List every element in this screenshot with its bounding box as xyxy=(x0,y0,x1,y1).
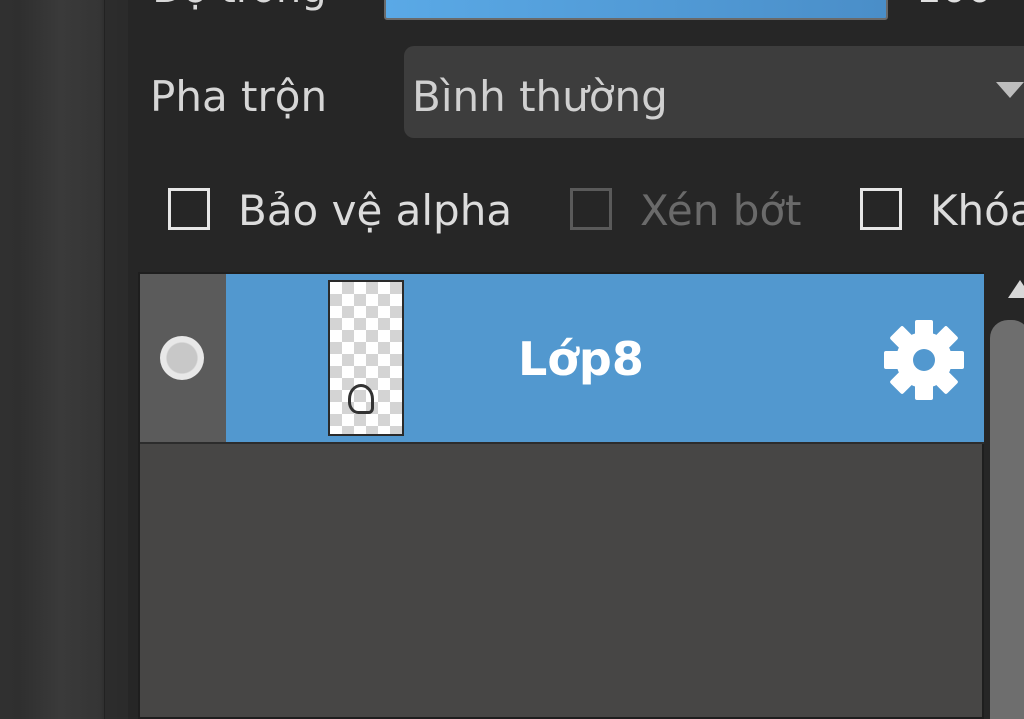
blend-mode-dropdown[interactable]: Bình thường xyxy=(404,46,1024,138)
layer-name: Lớp8 xyxy=(518,332,644,386)
lock-label: Khóa xyxy=(930,186,1024,235)
scroll-up-arrow-icon[interactable] xyxy=(1008,280,1024,298)
layer-row[interactable]: Lớp8 xyxy=(140,274,984,444)
layer-thumbnail xyxy=(328,280,404,436)
chevron-down-icon xyxy=(996,82,1024,98)
layer-list-scrollbar[interactable] xyxy=(990,320,1024,719)
lock-checkbox[interactable] xyxy=(860,188,902,230)
thumbnail-sketch xyxy=(348,384,374,414)
layer-list: Lớp8 xyxy=(138,272,984,719)
layers-panel-window: Độ trong 100 Pha trộn Bình thường Bảo vệ… xyxy=(0,0,1024,719)
opacity-value: 100 xyxy=(916,0,992,12)
panel-splitter[interactable] xyxy=(104,0,117,719)
layer-options-row: Bảo vệ alpha Xén bớt Khóa xyxy=(128,166,1024,256)
visibility-toggle[interactable] xyxy=(140,274,226,442)
gear-icon[interactable] xyxy=(882,318,966,402)
clip-checkbox[interactable] xyxy=(570,188,612,230)
alpha-protect-checkbox[interactable] xyxy=(168,188,210,230)
visibility-dot-icon xyxy=(160,336,204,380)
blend-mode-value: Bình thường xyxy=(412,72,668,121)
clip-label: Xén bớt xyxy=(640,186,802,235)
opacity-slider[interactable] xyxy=(384,0,888,20)
left-gutter xyxy=(0,0,110,719)
alpha-protect-label: Bảo vệ alpha xyxy=(238,186,513,235)
opacity-label: Độ trong xyxy=(152,0,327,12)
blend-mode-label: Pha trộn xyxy=(150,72,328,121)
layers-panel: Độ trong 100 Pha trộn Bình thường Bảo vệ… xyxy=(128,0,1024,719)
